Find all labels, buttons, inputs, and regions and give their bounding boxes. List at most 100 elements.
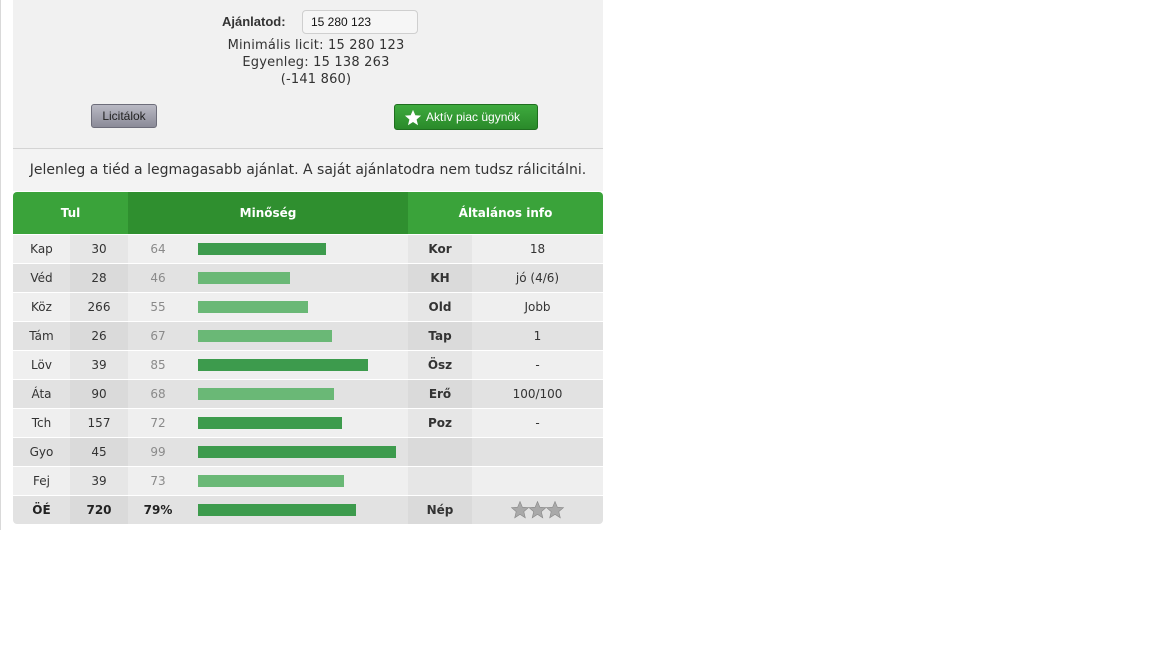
star-rating-icon (511, 501, 565, 519)
market-agent-label: Aktív piac ügynök (426, 110, 521, 124)
attribute-name: Kap (30, 242, 53, 256)
quality-bar-cell (188, 380, 408, 408)
quality-bar-cell (188, 264, 408, 292)
table-row: Kap 30 64 Kor 18 (13, 235, 603, 263)
table-row: Véd 28 46 KH jó (4/6) (13, 264, 603, 292)
header-quality: Minőség (128, 192, 408, 234)
header-general-info: Általános info (458, 206, 553, 220)
attribute-quality: 72 (150, 416, 166, 430)
total-value: 720 (70, 496, 128, 524)
attribute-name: Tch (31, 416, 52, 430)
highest-bid-notice: Jelenleg a tiéd a legmagasabb ajánlat. A… (13, 149, 603, 191)
balance-text: Egyenleg: 15 138 263 (242, 55, 390, 70)
attribute-quality: 67 (150, 329, 166, 343)
attribute-value: 39 (70, 467, 128, 495)
total-quality-bar (198, 504, 356, 516)
table-row: Köz 266 55 Old Jobb (13, 293, 603, 321)
quality-bar-cell (188, 409, 408, 437)
attribute-value: 90 (70, 380, 128, 408)
table-row: Tch 157 72 Poz - (13, 409, 603, 437)
info-key: Ösz (408, 351, 472, 379)
player-transfer-panel: Ajánlatod: 15 280 123 Minimális licit: 1… (0, 0, 603, 530)
bid-amount-input[interactable]: 15 280 123 (302, 10, 418, 34)
attribute-value: 28 (70, 264, 128, 292)
attribute-name: Gyo (29, 445, 54, 459)
attribute-value: 39 (70, 351, 128, 379)
attributes-table-header: Tul Minőség Általános info (13, 192, 603, 234)
table-row: Gyo 45 99 (13, 438, 603, 466)
total-row: ÖÉ 720 79% Nép (13, 496, 603, 524)
quality-bar (198, 446, 396, 458)
quality-bar-cell (188, 322, 408, 350)
star-icon (404, 109, 422, 126)
attribute-name: Áta (31, 387, 52, 401)
info-value: - (535, 416, 540, 430)
info-key: Kor (408, 235, 472, 263)
attribute-quality: 64 (150, 242, 166, 256)
quality-bar-cell (188, 293, 408, 321)
attribute-name: Tám (29, 329, 54, 343)
bid-label: Ajánlatod: (222, 14, 286, 29)
header-attributes: Tul (60, 206, 81, 220)
quality-bar (198, 330, 332, 342)
info-key: Erő (408, 380, 472, 408)
attribute-value: 266 (70, 293, 128, 321)
info-value (472, 438, 603, 466)
total-label: ÖÉ (32, 503, 51, 517)
attribute-value: 26 (70, 322, 128, 350)
popularity-label: Nép (408, 496, 472, 524)
quality-bar (198, 388, 334, 400)
info-key: Poz (408, 409, 472, 437)
quality-bar (198, 243, 326, 255)
info-key: KH (408, 264, 472, 292)
panel-left-border (0, 0, 1, 530)
info-value: 18 (529, 242, 546, 256)
info-value: Jobb (524, 300, 551, 314)
info-key (408, 438, 472, 466)
bid-section: Ajánlatod: 15 280 123 Minimális licit: 1… (13, 0, 603, 149)
attribute-name: Löv (31, 358, 52, 372)
attribute-value: 157 (70, 409, 128, 437)
info-key: Tap (408, 322, 472, 350)
attribute-quality: 46 (150, 271, 166, 285)
star-icon (545, 501, 565, 519)
attribute-value: 30 (70, 235, 128, 263)
quality-bar-cell (188, 496, 408, 524)
star-icon (528, 501, 547, 519)
table-row: Fej 39 73 (13, 467, 603, 495)
table-row: Löv 39 85 Ösz - (13, 351, 603, 379)
min-bid-text: Minimális licit: 15 280 123 (227, 38, 405, 53)
attribute-value: 45 (70, 438, 128, 466)
info-value: 100/100 (512, 387, 563, 401)
balance-difference-text: (-141 860) (280, 72, 352, 87)
place-bid-button[interactable]: Licitálok (91, 104, 157, 128)
star-icon (511, 501, 530, 519)
quality-bar-cell (188, 467, 408, 495)
quality-bar (198, 301, 308, 313)
total-quality: 79% (143, 503, 173, 517)
info-value (472, 467, 603, 495)
info-value: jó (4/6) (515, 271, 560, 285)
attribute-name: Véd (30, 271, 53, 285)
quality-bar (198, 359, 368, 371)
info-value: 1 (533, 329, 542, 343)
quality-bar-cell (188, 351, 408, 379)
quality-bar (198, 475, 344, 487)
attribute-quality: 73 (150, 474, 166, 488)
market-agent-button[interactable]: Aktív piac ügynök (394, 104, 538, 130)
attribute-name: Fej (33, 474, 50, 488)
table-row: Tám 26 67 Tap 1 (13, 322, 603, 350)
table-row: Áta 90 68 Erő 100/100 (13, 380, 603, 408)
quality-bar-cell (188, 235, 408, 263)
attribute-quality: 68 (150, 387, 166, 401)
quality-bar (198, 272, 290, 284)
attribute-quality: 85 (150, 358, 166, 372)
attribute-quality: 99 (150, 445, 166, 459)
quality-bar-cell (188, 438, 408, 466)
popularity-rating (472, 496, 603, 524)
info-key: Old (408, 293, 472, 321)
info-key (408, 467, 472, 495)
attribute-name: Köz (31, 300, 52, 314)
attribute-quality: 55 (150, 300, 166, 314)
info-value: - (535, 358, 540, 372)
